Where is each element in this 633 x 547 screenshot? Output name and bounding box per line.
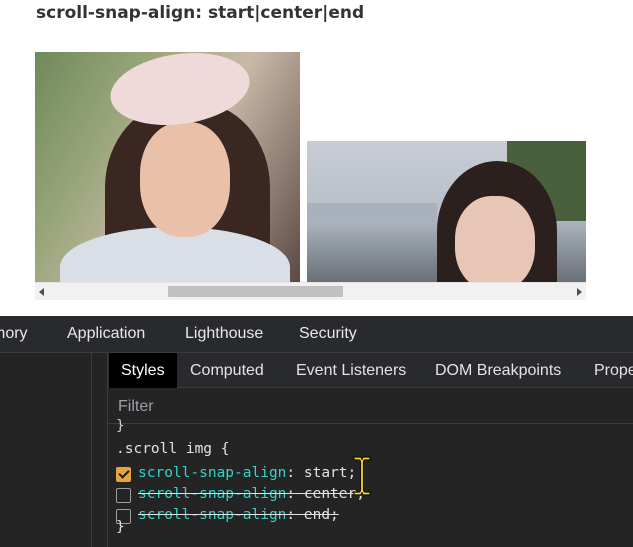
rule-close-brace: } xyxy=(116,519,125,535)
elements-tree-pane xyxy=(0,353,108,547)
tab-styles[interactable]: Styles xyxy=(109,353,177,388)
scroll-container[interactable] xyxy=(35,52,586,300)
devtools-panel: mory Application Lighthouse Security Sty… xyxy=(0,316,633,547)
filter-bar xyxy=(108,388,633,424)
tab-memory[interactable]: mory xyxy=(0,325,28,343)
tab-lighthouse[interactable]: Lighthouse xyxy=(185,325,263,343)
previous-rule-brace: } xyxy=(116,418,125,434)
tab-dom-breakpoints[interactable]: DOM Breakpoints xyxy=(423,353,573,388)
scroll-right-icon[interactable] xyxy=(577,288,582,296)
devtools-main-tabs: mory Application Lighthouse Security xyxy=(0,316,633,353)
property-name[interactable]: scroll-snap-align xyxy=(138,507,286,523)
snap-image-1 xyxy=(35,52,300,282)
styles-sub-tabs: Styles Computed Event Listeners DOM Brea… xyxy=(108,353,633,388)
scroll-left-icon[interactable] xyxy=(39,288,44,296)
tab-security[interactable]: Security xyxy=(299,325,357,343)
tab-computed[interactable]: Computed xyxy=(178,353,276,388)
tab-event-listeners[interactable]: Event Listeners xyxy=(284,353,418,388)
declaration-checkbox[interactable] xyxy=(116,488,131,503)
horizontal-scrollbar[interactable] xyxy=(35,282,586,300)
declaration-checkbox[interactable] xyxy=(116,467,131,482)
tab-properties[interactable]: Prope xyxy=(582,353,633,388)
property-value[interactable]: end; xyxy=(295,507,339,523)
property-name[interactable]: scroll-snap-align xyxy=(138,486,286,502)
text-cursor-icon xyxy=(353,456,371,496)
rule-selector[interactable]: .scroll img { xyxy=(116,441,230,457)
page-title: scroll-snap-align: start|center|end xyxy=(36,3,365,23)
property-value[interactable]: start; xyxy=(295,465,356,481)
property-name[interactable]: scroll-snap-align xyxy=(138,465,286,481)
scrollbar-thumb[interactable] xyxy=(168,286,343,297)
filter-input[interactable] xyxy=(118,397,418,417)
tab-application[interactable]: Application xyxy=(67,325,145,343)
snap-image-2 xyxy=(307,141,586,282)
